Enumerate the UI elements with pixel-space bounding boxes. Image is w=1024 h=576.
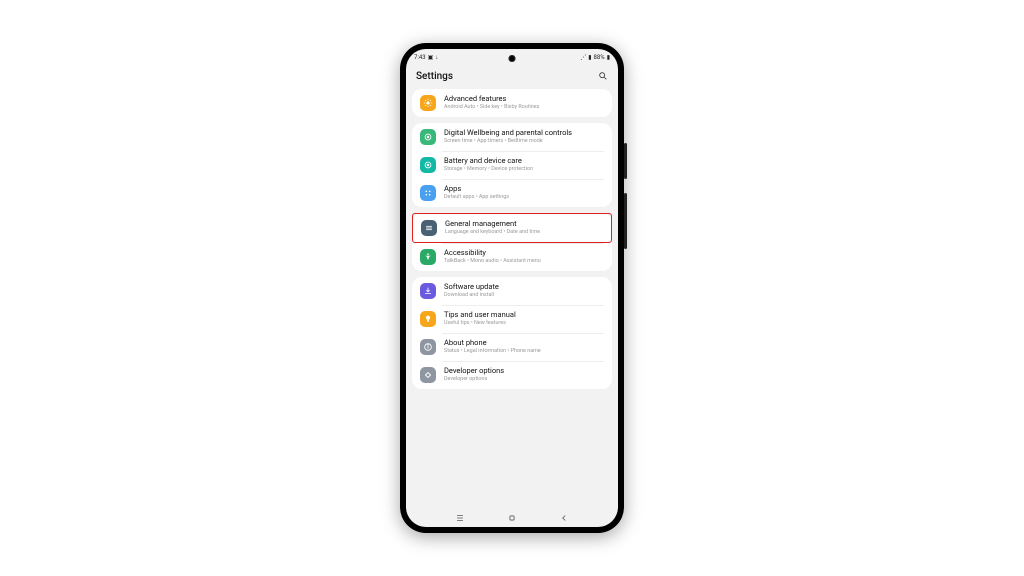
search-icon[interactable]: [598, 71, 608, 81]
settings-group: Advanced featuresAndroid Auto • Side key…: [412, 89, 612, 117]
item-subtitle: Default apps • App settings: [444, 194, 604, 200]
item-subtitle: Android Auto • Side key • Bixby Routines: [444, 104, 604, 110]
nav-recent[interactable]: [455, 513, 465, 523]
camera-icon: ▣: [428, 54, 434, 61]
page-title: Settings: [416, 71, 453, 82]
acc-icon: [420, 249, 436, 265]
phone-frame: 7:43 ▣ ↓ ⋰ ▮ 88% ▮ Settings Advanced fea…: [400, 43, 624, 533]
settings-item-gm[interactable]: General managementLanguage and keyboard …: [412, 213, 612, 243]
dev-icon: [420, 367, 436, 383]
screen: 7:43 ▣ ↓ ⋰ ▮ 88% ▮ Settings Advanced fea…: [406, 49, 618, 527]
item-title: Accessibility: [444, 249, 604, 258]
battery-icon: ▮: [607, 54, 610, 61]
item-subtitle: Useful tips • New features: [444, 320, 604, 326]
settings-list[interactable]: Advanced featuresAndroid Auto • Side key…: [406, 89, 618, 509]
settings-item-tips[interactable]: Tips and user manualUseful tips • New fe…: [412, 305, 612, 333]
item-subtitle: Storage • Memory • Device protection: [444, 166, 604, 172]
item-subtitle: Language and keyboard • Date and time: [445, 229, 603, 235]
adv-icon: [420, 95, 436, 111]
item-subtitle: Screen time • App timers • Bedtime mode: [444, 138, 604, 144]
settings-item-dev[interactable]: Developer optionsDeveloper options: [412, 361, 612, 389]
item-title: Software update: [444, 283, 604, 292]
item-title: Developer options: [444, 367, 604, 376]
settings-item-batt[interactable]: Battery and device careStorage • Memory …: [412, 151, 612, 179]
nav-bar: [406, 509, 618, 527]
item-title: Digital Wellbeing and parental controls: [444, 129, 604, 138]
settings-group: Software updateDownload and installTips …: [412, 277, 612, 389]
signal-icon: ▮: [588, 54, 591, 61]
power-button: [624, 193, 627, 249]
settings-item-acc[interactable]: AccessibilityTalkBack • Mono audio • Ass…: [412, 243, 612, 271]
download-icon: ↓: [435, 54, 438, 61]
item-subtitle: Developer options: [444, 376, 604, 382]
status-time: 7:43: [414, 54, 426, 61]
item-title: Tips and user manual: [444, 311, 604, 320]
item-title: General management: [445, 220, 603, 229]
battery-text: 88%: [594, 54, 605, 61]
nav-home[interactable]: [507, 513, 517, 523]
item-title: About phone: [444, 339, 604, 348]
item-subtitle: Status • Legal information • Phone name: [444, 348, 604, 354]
batt-icon: [420, 157, 436, 173]
settings-item-apps[interactable]: AppsDefault apps • App settings: [412, 179, 612, 207]
item-title: Battery and device care: [444, 157, 604, 166]
wifi-icon: ⋰: [580, 54, 586, 61]
camera-hole: [509, 55, 516, 62]
about-icon: [420, 339, 436, 355]
item-subtitle: Download and install: [444, 292, 604, 298]
settings-group: General managementLanguage and keyboard …: [412, 213, 612, 271]
settings-item-adv[interactable]: Advanced featuresAndroid Auto • Side key…: [412, 89, 612, 117]
gm-icon: [421, 220, 437, 236]
item-title: Apps: [444, 185, 604, 194]
volume-button: [624, 143, 627, 179]
tips-icon: [420, 311, 436, 327]
apps-icon: [420, 185, 436, 201]
settings-item-about[interactable]: About phoneStatus • Legal information • …: [412, 333, 612, 361]
app-header: Settings: [406, 63, 618, 89]
nav-back[interactable]: [559, 513, 569, 523]
dwb-icon: [420, 129, 436, 145]
sw-icon: [420, 283, 436, 299]
settings-group: Digital Wellbeing and parental controlsS…: [412, 123, 612, 207]
item-title: Advanced features: [444, 95, 604, 104]
item-subtitle: TalkBack • Mono audio • Assistant menu: [444, 258, 604, 264]
settings-item-dwb[interactable]: Digital Wellbeing and parental controlsS…: [412, 123, 612, 151]
settings-item-sw[interactable]: Software updateDownload and install: [412, 277, 612, 305]
